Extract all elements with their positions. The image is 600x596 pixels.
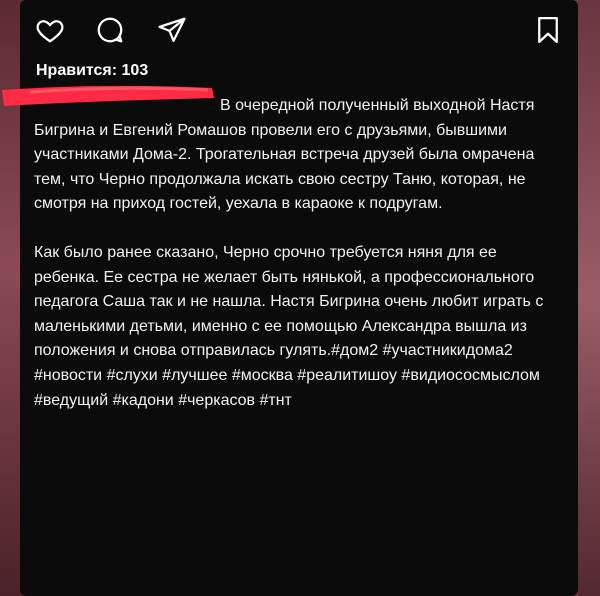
share-button[interactable] [156, 14, 188, 46]
comment-button[interactable] [94, 14, 126, 46]
comment-icon [97, 17, 123, 43]
caption-first-line: В очередной полученный выходной [220, 97, 486, 114]
caption-paragraph-1: В очередной полученный выходной Настя Би… [34, 94, 564, 217]
post-caption: В очередной полученный выходной Настя Би… [34, 94, 564, 413]
like-button[interactable] [34, 14, 66, 46]
send-icon [158, 17, 186, 42]
post-actions-bar [34, 12, 564, 52]
bookmark-icon [538, 17, 558, 43]
background-right [578, 0, 600, 596]
save-button[interactable] [532, 14, 564, 46]
caption-paragraph-2: Как было ранее сказано, Черно срочно тре… [34, 243, 544, 409]
heart-icon [36, 20, 64, 43]
post-panel: Нравится: 103 В очередной полученный вых… [2, 0, 578, 596]
caption-paragraph-1-rest: Настя Бигрина и Евгений Ромашов провели … [34, 97, 535, 213]
